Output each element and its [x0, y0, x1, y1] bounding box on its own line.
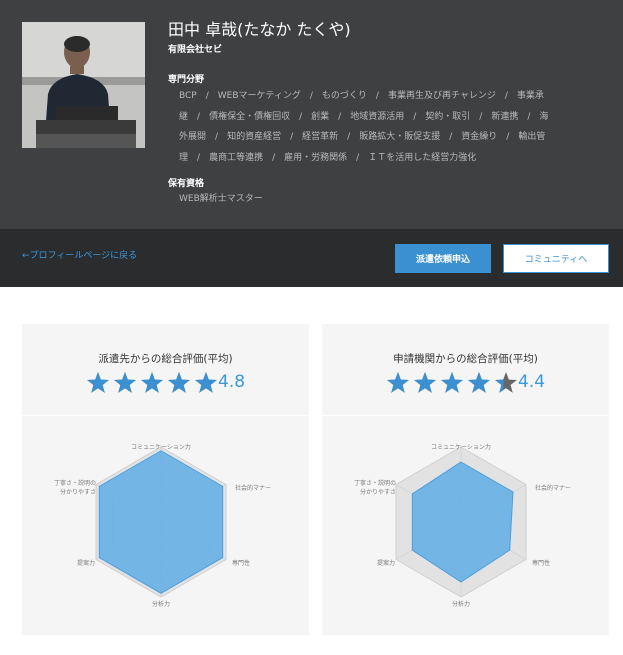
expertise-item: 農商工等連携 — [209, 152, 264, 163]
expertise-item: 事業承 — [516, 91, 544, 101]
expertise-line: 継 / 債権保全・債権回収 / 創業 / 地域資源活用 / 契約・取引 / 新連携 / 海 — [179, 111, 549, 122]
rating-score: 4.8 — [218, 372, 246, 392]
expertise-item: 雇用・労務関係 — [284, 152, 348, 163]
radar-chart: コミュニケーション力社会的マナー専門性分析力 提案力 丁寧さ・説明の分かりやすさ — [54, 443, 271, 608]
expertise-item: 知的資産経営 — [227, 132, 282, 142]
qualification-heading: 保有資格 — [168, 179, 205, 189]
expertise-item: 事業再生及び再チャレンジ — [387, 91, 496, 101]
rating-card-dispatch: 派遣先からの総合評価(平均) 4.8 コミュニケーション力社会的マナー 専門性分析… — [22, 324, 309, 635]
star-icon — [495, 372, 517, 393]
radar-axis-label: 社会的マナー — [235, 484, 271, 492]
expertise-line: 理 / 農商工等連携 / 雇用・労務関係 / ＩＴを活用した経営力強化 — [179, 152, 477, 163]
star-icon — [114, 372, 136, 393]
expertise-item: 理 — [179, 152, 189, 163]
star-icon — [441, 372, 463, 393]
rating-score: 4.4 — [518, 372, 546, 392]
expertise-line: BCP / WEBマーケティング / ものづくり / 事業再生及び再チャレンジ / 事業承 — [179, 91, 544, 101]
radar-chart: コミュニケーション力社会的マナー専門性分析力 提案力 丁寧さ・説明の分かりやすさ — [354, 443, 571, 608]
radar-axis-label: コミュニケーション力 — [131, 443, 191, 451]
radar-axis-label: 提案力 — [77, 559, 95, 567]
profile-name: 田中 卓哉(たなか たくや) — [168, 20, 351, 39]
rating-card-applicant: 申請機関からの総合評価(平均) 4.4 コミュニケーション力 社会的マナー 専門性分… — [322, 324, 609, 635]
profile-company: 有限会社セビ — [168, 45, 223, 55]
radar-axis-label: 分かりやすさ — [360, 488, 396, 496]
star-icon — [387, 372, 409, 393]
expertise-item: 外展開 — [179, 132, 207, 142]
star-icon — [414, 372, 436, 393]
radar-axis-label: 分析力 — [452, 600, 470, 608]
expertise-item: 海 — [539, 111, 549, 122]
radar-axis-label: 分析力 — [152, 600, 170, 608]
star-icon — [141, 372, 163, 393]
rating-row: 4.8 — [22, 371, 309, 399]
back-to-profile-link[interactable]: ←プロフィールページに戻る — [22, 248, 137, 261]
radar-axis-label: 社会的マナー — [535, 484, 571, 492]
expertise-item: ものづくり — [321, 91, 367, 101]
expertise-item: BCP — [179, 91, 197, 101]
radar-axis-label: 専門性 — [232, 559, 250, 567]
radar-axis-label: 丁寧さ・説明の — [354, 479, 396, 487]
qualification-item: WEB解析士マスター — [179, 194, 263, 204]
rating-row: 4.4 — [322, 371, 609, 399]
profile-header: 田中 卓哉(たなか たくや) 有限会社セビ 専門分野 BCP / WEBマーケティン… — [0, 0, 623, 229]
star-icon — [87, 372, 109, 393]
expertise-item: ＩＴを活用した経営力強化 — [368, 152, 477, 163]
expertise-item: 資金繰り — [461, 132, 498, 142]
radar-axis-label: 丁寧さ・説明の — [54, 479, 96, 487]
expertise-line: 外展開 / 知的資産経営 / 経営革新 / 販路拡大・販促支援 / 資金繰り / 輸出管 — [179, 132, 546, 142]
expertise-item: 債権保全・債権回収 — [209, 111, 291, 122]
expertise-item: 継 — [179, 111, 189, 122]
expertise-item: 新連携 — [491, 111, 519, 122]
expertise-item: WEBマーケティング — [217, 91, 301, 101]
radar-axis-label: コミュニケーション力 — [431, 443, 491, 451]
star-icon — [468, 372, 490, 393]
expertise-item: 契約・取引 — [425, 111, 471, 122]
expertise-item: 経営革新 — [302, 132, 339, 142]
radar-axis-label: 提案力 — [377, 559, 395, 567]
profile-photo — [22, 22, 145, 148]
expertise-item: 販路拡大・販促支援 — [359, 132, 441, 142]
radar-axis-label: 分かりやすさ — [60, 488, 96, 496]
community-button[interactable]: コミュニティへ — [503, 244, 609, 273]
expertise-list: BCP / WEBマーケティング / ものづくり / 事業再生及び再チャレンジ / 事業承 継 /… — [179, 86, 597, 168]
star-icon — [195, 372, 217, 393]
expertise-item: 創業 — [311, 111, 330, 122]
rating-title: 申請機関からの総合評価(平均) — [393, 353, 538, 365]
expertise-item: 輸出管 — [518, 132, 546, 142]
expertise-item: 地域資源活用 — [350, 111, 405, 122]
dispatch-request-button[interactable]: 派遣依頼申込 — [395, 244, 491, 273]
star-icon — [168, 372, 190, 393]
rating-title: 派遣先からの総合評価(平均) — [98, 353, 233, 365]
expertise-heading: 専門分野 — [168, 75, 205, 85]
action-bar: ←プロフィールページに戻る 派遣依頼申込 コミュニティへ — [0, 229, 623, 287]
radar-axis-label: 専門性 — [532, 559, 550, 567]
